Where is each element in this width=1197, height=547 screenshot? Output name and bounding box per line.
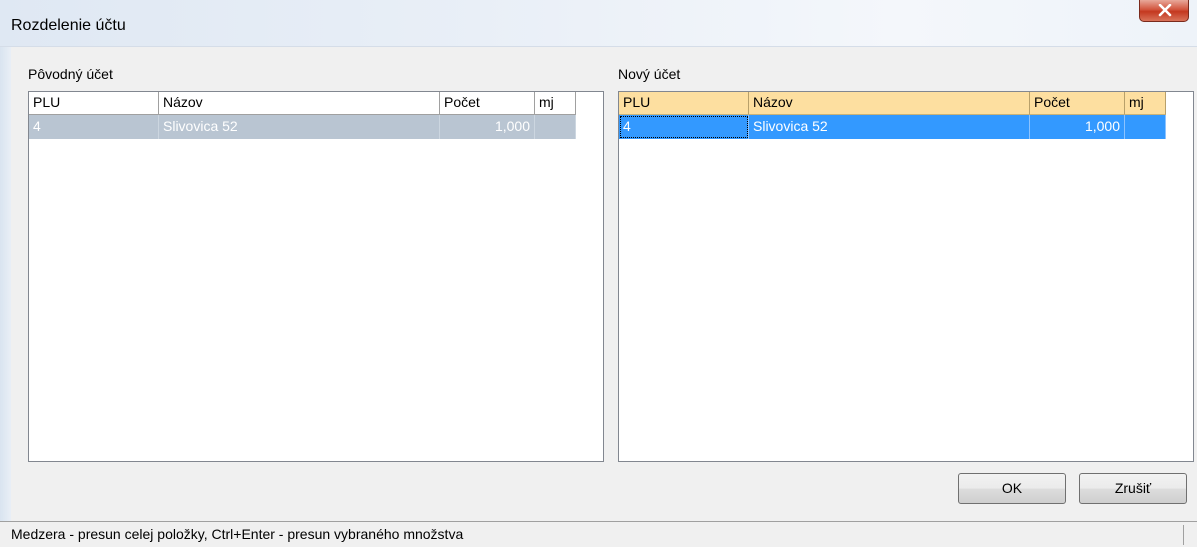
new-account-grid[interactable]: PLU Názov Počet mj 4 Slivovica 52 1,000 xyxy=(618,91,1194,462)
status-bar: Medzera - presun celej položky, Ctrl+Ent… xyxy=(0,521,1197,547)
column-header-unit[interactable]: mj xyxy=(1125,92,1166,115)
table-row[interactable]: 4 Slivovica 52 1,000 xyxy=(619,115,1166,139)
close-icon xyxy=(1158,4,1172,17)
cancel-button[interactable]: Zrušiť xyxy=(1079,473,1187,504)
ok-button[interactable]: OK xyxy=(958,473,1066,504)
status-text: Medzera - presun celej položky, Ctrl+Ent… xyxy=(11,526,464,542)
cell-plu[interactable]: 4 xyxy=(619,115,749,139)
window-title: Rozdelenie účtu xyxy=(11,17,126,34)
column-header-plu[interactable]: PLU xyxy=(619,92,749,115)
column-header-unit[interactable]: mj xyxy=(535,92,576,115)
column-header-count[interactable]: Počet xyxy=(440,92,535,115)
title-bar[interactable]: Rozdelenie účtu xyxy=(0,0,1197,47)
cell-name[interactable]: Slivovica 52 xyxy=(749,115,1030,139)
table-row[interactable]: 4 Slivovica 52 1,000 xyxy=(29,115,576,139)
grid-header: PLU Názov Počet mj xyxy=(619,92,1166,115)
status-divider xyxy=(1183,525,1184,545)
cell-unit[interactable] xyxy=(1125,115,1166,139)
cell-plu[interactable]: 4 xyxy=(29,115,159,139)
new-account-label: Nový účet xyxy=(618,66,681,82)
close-button[interactable] xyxy=(1139,0,1189,22)
column-header-name[interactable]: Názov xyxy=(749,92,1030,115)
column-header-count[interactable]: Počet xyxy=(1030,92,1125,115)
grid-header: PLU Názov Počet mj xyxy=(29,92,576,115)
cell-name[interactable]: Slivovica 52 xyxy=(159,115,440,139)
cell-count[interactable]: 1,000 xyxy=(440,115,535,139)
window-frame-edge xyxy=(0,47,11,547)
column-header-plu[interactable]: PLU xyxy=(29,92,159,115)
cell-unit[interactable] xyxy=(535,115,576,139)
original-account-label: Pôvodný účet xyxy=(28,66,113,82)
original-account-grid[interactable]: PLU Názov Počet mj 4 Slivovica 52 1,000 xyxy=(28,91,604,462)
cell-count[interactable]: 1,000 xyxy=(1030,115,1125,139)
column-header-name[interactable]: Názov xyxy=(159,92,440,115)
dialog-window: Rozdelenie účtu Pôvodný účet PLU Názov P… xyxy=(0,0,1197,547)
